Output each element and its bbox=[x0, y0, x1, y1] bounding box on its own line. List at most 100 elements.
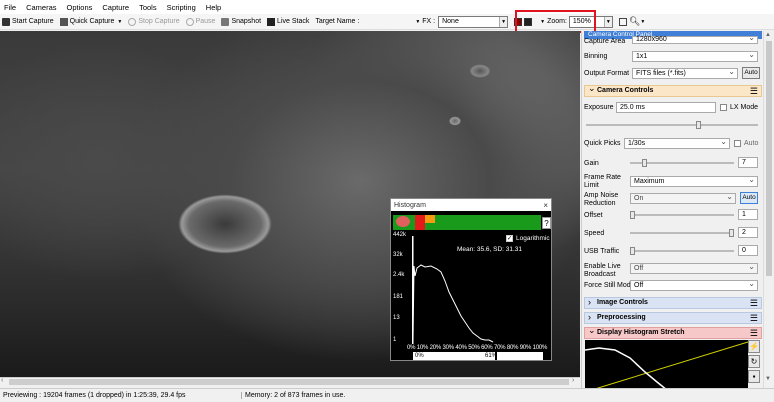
quick-capture-button[interactable]: Quick Capture ▼ bbox=[59, 17, 122, 26]
capture-area-label: Capture Area bbox=[584, 38, 626, 45]
offset-slider[interactable] bbox=[630, 211, 734, 219]
slider-knob[interactable] bbox=[630, 247, 635, 255]
chevron-down-icon[interactable]: ▼ bbox=[117, 19, 122, 25]
histogram-titlebar[interactable]: Histogram × bbox=[391, 199, 551, 211]
menu-file[interactable]: File bbox=[4, 3, 16, 12]
menu-cameras[interactable]: Cameras bbox=[26, 3, 56, 12]
stretch-tool-button[interactable]: ⚡ bbox=[748, 340, 760, 353]
preprocessing-header[interactable]: Preprocessing ☰ bbox=[584, 312, 762, 324]
quick-picks-auto-label: Auto bbox=[744, 140, 759, 147]
exposure-input[interactable]: 25.0 ms bbox=[616, 102, 716, 113]
status-preview: Previewing : 19204 frames (1 dropped) in… bbox=[0, 392, 242, 399]
scroll-left-icon[interactable]: ‹ bbox=[1, 377, 3, 384]
x-axis-labels: 0% 10% 20% 30% 40% 50% 60% 70% 80% 90% 1… bbox=[407, 345, 548, 351]
speed-input[interactable]: 2 bbox=[738, 227, 758, 238]
stretch-range-bar[interactable]: 0% 61% bbox=[413, 352, 543, 360]
frame-rate-label: Frame Rate Limit bbox=[584, 174, 621, 189]
camera-controls-header[interactable]: Camera Controls ☰ bbox=[584, 83, 762, 97]
menu-icon[interactable]: ☰ bbox=[750, 299, 758, 308]
amp-noise-label: Amp Noise Reduction bbox=[584, 192, 619, 207]
menu-scripting[interactable]: Scripting bbox=[167, 3, 196, 12]
histogram-window[interactable]: Histogram × ? ✓ Logarithmic Mean: 35.6, … bbox=[390, 198, 552, 361]
menu-options[interactable]: Options bbox=[67, 3, 93, 12]
lx-mode-checkbox[interactable] bbox=[720, 104, 727, 111]
crop-icon[interactable] bbox=[618, 17, 627, 26]
slider-knob[interactable] bbox=[630, 211, 635, 219]
fx-control: ▼ FX : None ▼ bbox=[415, 15, 509, 28]
display-stretch-header[interactable]: Display Histogram Stretch ☰ bbox=[584, 325, 762, 339]
slider-track bbox=[630, 232, 734, 234]
live-broadcast-select[interactable]: Off bbox=[630, 262, 758, 274]
start-capture-button[interactable]: Start Capture bbox=[2, 17, 54, 26]
scroll-right-icon[interactable]: › bbox=[572, 377, 574, 384]
usb-traffic-input[interactable]: 0 bbox=[738, 245, 758, 256]
snapshot-button[interactable]: Snapshot bbox=[221, 17, 261, 26]
horizontal-scrollbar[interactable]: ‹ › bbox=[0, 377, 580, 386]
scroll-down-icon[interactable]: ▼ bbox=[765, 376, 771, 382]
pause-button[interactable]: Pause bbox=[185, 17, 215, 26]
menu-tools[interactable]: Tools bbox=[139, 3, 157, 12]
usb-traffic-slider[interactable] bbox=[630, 247, 734, 255]
scrollbar-thumb[interactable] bbox=[766, 41, 772, 276]
help-button[interactable]: ? bbox=[542, 217, 551, 229]
offset-label: Offset bbox=[584, 212, 603, 219]
close-icon[interactable]: × bbox=[543, 201, 548, 210]
binning-select[interactable]: 1x1 bbox=[632, 50, 758, 62]
scrollbar-thumb[interactable] bbox=[9, 379, 569, 385]
y-tick-label: 442k bbox=[393, 232, 407, 238]
menu-help[interactable]: Help bbox=[206, 3, 221, 12]
range-divider[interactable] bbox=[495, 352, 497, 360]
image-controls-header[interactable]: Image Controls ☰ bbox=[584, 297, 762, 309]
gain-input[interactable]: 7 bbox=[738, 157, 758, 168]
quick-picks-select[interactable]: 1/30s bbox=[624, 137, 730, 149]
status-memory: Memory: 2 of 873 frames in use. bbox=[245, 392, 346, 399]
brain-icon[interactable] bbox=[396, 216, 410, 227]
stack-icon bbox=[267, 17, 276, 26]
reset-icon[interactable]: ↻ bbox=[748, 355, 760, 368]
toolbar: Start Capture Quick Capture ▼ Stop Captu… bbox=[0, 14, 774, 30]
clip-indicator-red-lower bbox=[415, 223, 425, 230]
frame-rate-select[interactable]: Maximum bbox=[630, 175, 758, 187]
zoom-highlight-box bbox=[515, 10, 596, 33]
force-still-select[interactable]: Off bbox=[630, 279, 758, 291]
scroll-up-icon[interactable]: ▲ bbox=[765, 32, 771, 38]
menu-icon[interactable]: ☰ bbox=[750, 329, 758, 338]
y-tick-label: 32k bbox=[393, 252, 403, 258]
exposure-slider[interactable] bbox=[586, 121, 758, 129]
fx-select[interactable]: None ▼ bbox=[438, 15, 509, 28]
output-auto-button[interactable]: Auto bbox=[742, 67, 760, 79]
camera-icon bbox=[221, 17, 230, 26]
gain-slider[interactable] bbox=[630, 159, 734, 167]
camera-control-panel: Camera Control Panel Capture Area 1280x9… bbox=[581, 31, 774, 388]
amp-noise-auto-button[interactable]: Auto bbox=[740, 192, 758, 204]
menu-bar: File Cameras Options Capture Tools Scrip… bbox=[0, 0, 774, 14]
slider-track bbox=[586, 124, 758, 126]
slider-knob[interactable] bbox=[696, 121, 701, 129]
quick-picks-label: Quick Picks bbox=[584, 140, 621, 147]
live-stack-button[interactable]: Live Stack bbox=[267, 17, 309, 26]
slider-knob[interactable] bbox=[642, 159, 647, 167]
save-icon[interactable]: ▪ bbox=[748, 370, 760, 383]
slider-track bbox=[630, 250, 734, 252]
menu-capture[interactable]: Capture bbox=[102, 3, 129, 12]
gain-label: Gain bbox=[584, 160, 599, 167]
menu-icon[interactable]: ☰ bbox=[750, 87, 758, 96]
magnifier-icon[interactable]: 🔍︎ bbox=[629, 16, 640, 27]
quick-picks-auto-checkbox[interactable] bbox=[734, 140, 741, 147]
chevron-down-icon[interactable]: ▼ bbox=[415, 19, 420, 25]
quick-capture-icon bbox=[59, 17, 68, 26]
stretch-graph[interactable] bbox=[585, 340, 748, 388]
speed-slider[interactable] bbox=[630, 229, 734, 237]
y-tick-label: 181 bbox=[393, 294, 404, 300]
panel-vertical-scrollbar[interactable]: ▲ ▼ bbox=[763, 31, 773, 388]
slider-knob[interactable] bbox=[729, 229, 734, 237]
chevron-down-icon: ▼ bbox=[603, 16, 612, 27]
stop-capture-button[interactable]: Stop Capture bbox=[128, 17, 180, 26]
offset-input[interactable]: 1 bbox=[738, 209, 758, 220]
chevron-down-icon[interactable]: ▼ bbox=[640, 19, 645, 25]
menu-icon[interactable]: ☰ bbox=[750, 314, 758, 323]
capture-area-select[interactable]: 1280x960 bbox=[632, 35, 758, 44]
amp-noise-select[interactable]: On bbox=[630, 192, 736, 204]
exposure-label: Exposure bbox=[584, 104, 614, 111]
output-format-select[interactable]: FITS files (*.fits) bbox=[632, 67, 738, 79]
